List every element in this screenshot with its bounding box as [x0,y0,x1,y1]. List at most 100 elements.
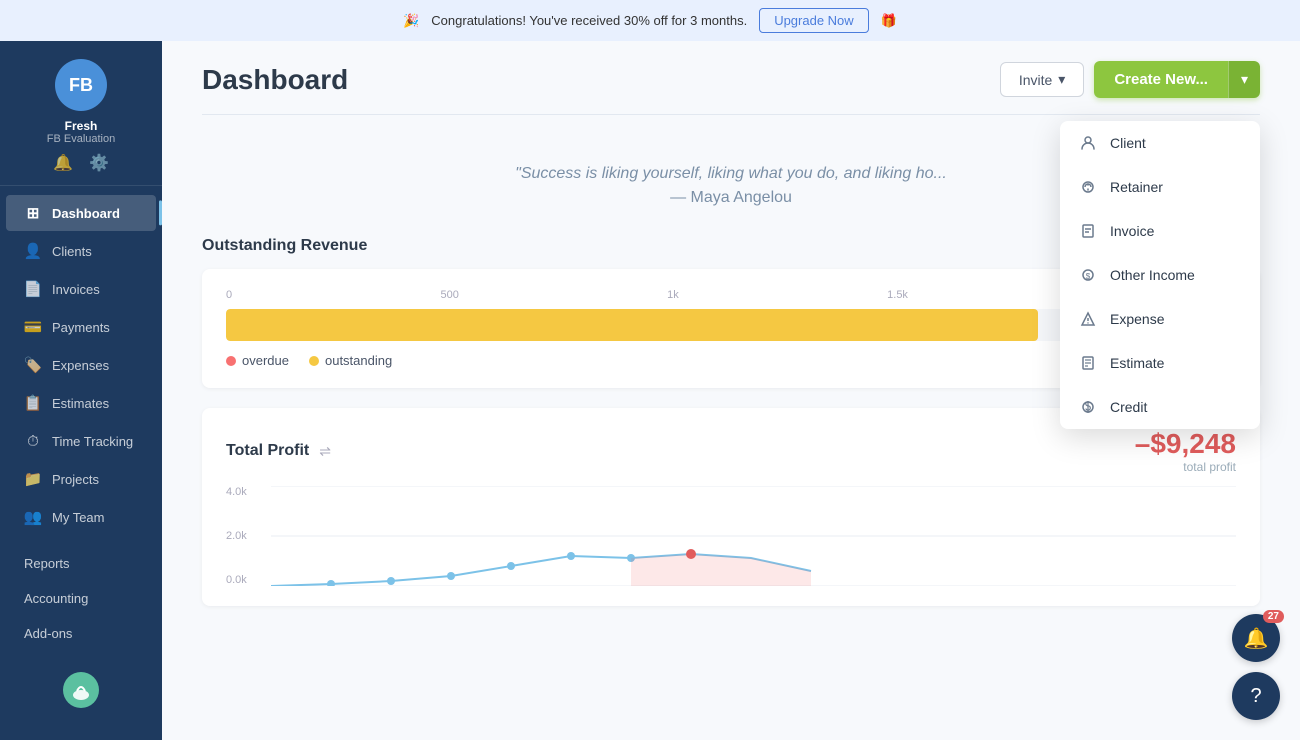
dropdown-item-label: Client [1110,135,1146,151]
invoices-icon: 📄 [24,280,42,298]
sidebar-item-addons[interactable]: Add-ons [6,617,156,650]
revenue-axis: 0 500 1k 1.5k 2k [226,289,1128,301]
credit-icon [1078,397,1098,417]
profit-chart-area: 4.0k 2.0k 0.0k [226,486,1236,586]
sidebar-item-expenses[interactable]: 🏷️ Expenses [6,347,156,383]
sidebar-item-projects[interactable]: 📁 Projects [6,461,156,497]
create-new-dropdown-button[interactable]: ▾ [1228,61,1260,98]
axis-label-0: 0 [226,289,232,301]
profit-header: Total Profit ⇌ –$9,248 total profit [226,428,1236,474]
profit-total-area: –$9,248 total profit [1135,428,1236,474]
sidebar-item-dashboard[interactable]: ⊞ Dashboard [6,195,156,231]
sidebar-icons-row: 🔔 ⚙️ [53,153,109,173]
profit-line-chart [271,486,1236,586]
invite-label: Invite [1019,72,1052,88]
sidebar-bottom [0,660,162,720]
notification-icon: 🔔 [1244,626,1269,651]
invite-chevron-icon: ▾ [1058,71,1065,88]
sidebar-item-label: Dashboard [52,206,120,221]
dropdown-item-client[interactable]: Client [1060,121,1260,165]
dropdown-item-credit[interactable]: Credit [1060,385,1260,429]
other-income-icon: $ [1078,265,1098,285]
clients-icon: 👤 [24,242,42,260]
sidebar-item-label: Payments [52,320,110,335]
sidebar: FB Fresh FB Evaluation 🔔 ⚙️ ⊞ Dashboard … [0,41,162,740]
outstanding-bar [226,309,1038,341]
my-team-icon: 👥 [24,508,42,526]
legend-overdue: overdue [226,353,289,368]
banner-icon: 🎉 [403,13,419,29]
invoice-icon [1078,221,1098,241]
estimate-icon [1078,353,1098,373]
help-button[interactable]: ? [1232,672,1280,720]
notification-count: 27 [1263,610,1284,623]
header-actions: Invite ▾ Create New... ▾ [1000,61,1260,98]
y-label-2k: 2.0k [226,530,261,542]
axis-label-1k: 1k [667,289,679,301]
svg-text:$: $ [1086,272,1091,281]
create-new-group: Create New... ▾ Client [1094,61,1260,98]
create-new-label: Create New... [1114,71,1208,88]
overdue-dot [226,356,236,366]
dropdown-item-invoice[interactable]: Invoice [1060,209,1260,253]
fresh-logo [63,672,99,708]
legend-outstanding: outstanding [309,353,392,368]
sidebar-item-accounting[interactable]: Accounting [6,582,156,615]
content-header: Dashboard Invite ▾ Create New... ▾ [162,41,1300,114]
page-title: Dashboard [202,64,348,96]
upgrade-button[interactable]: Upgrade Now [759,8,869,33]
sidebar-top: FB Fresh FB Evaluation 🔔 ⚙️ [0,41,162,186]
notification-bell-icon[interactable]: 🔔 [53,153,73,173]
sidebar-item-my-team[interactable]: 👥 My Team [6,499,156,535]
profit-label: total profit [1135,460,1236,474]
y-label-4k: 4.0k [226,486,261,498]
dropdown-item-label: Expense [1110,311,1164,327]
dropdown-item-other-income[interactable]: $ Other Income [1060,253,1260,297]
sidebar-item-label: Add-ons [24,626,72,641]
sidebar-item-time-tracking[interactable]: ⏱ Time Tracking [6,423,156,459]
outstanding-label: outstanding [325,353,392,368]
sidebar-item-label: Accounting [24,591,88,606]
banner-decoration: 🎁 [881,13,897,29]
create-new-button[interactable]: Create New... [1094,61,1228,98]
sidebar-item-reports[interactable]: Reports [6,547,156,580]
dropdown-item-label: Estimate [1110,355,1164,371]
help-icon: ? [1250,685,1261,708]
revenue-bar-container [226,309,1128,341]
top-banner: 🎉 Congratulations! You've received 30% o… [0,0,1300,41]
notification-button[interactable]: 🔔 27 [1232,614,1280,662]
chart-legend: overdue outstanding [226,353,1128,368]
axis-label-1-5k: 1.5k [887,289,908,301]
main-layout: FB Fresh FB Evaluation 🔔 ⚙️ ⊞ Dashboard … [0,41,1300,740]
avatar: FB [55,59,107,111]
create-new-arrow-icon: ▾ [1241,71,1248,87]
axis-label-500: 500 [440,289,458,301]
dropdown-item-label: Retainer [1110,179,1163,195]
content-area: Dashboard Invite ▾ Create New... ▾ [162,41,1300,740]
sidebar-item-label: Time Tracking [52,434,133,449]
sidebar-item-label: Projects [52,472,99,487]
y-label-0k: 0.0k [226,574,261,586]
sidebar-item-estimates[interactable]: 📋 Estimates [6,385,156,421]
dropdown-item-expense[interactable]: Expense [1060,297,1260,341]
outstanding-dot [309,356,319,366]
sidebar-item-label: Expenses [52,358,109,373]
sidebar-item-clients[interactable]: 👤 Clients [6,233,156,269]
dropdown-item-retainer[interactable]: Retainer [1060,165,1260,209]
dashboard-icon: ⊞ [24,204,42,222]
revenue-chart-area: 0 500 1k 1.5k 2k [226,289,1128,368]
create-new-dropdown-menu: Client Retainer Invoice [1060,121,1260,429]
y-axis-labels: 4.0k 2.0k 0.0k [226,486,261,586]
dropdown-item-label: Invoice [1110,223,1154,239]
filter-icon[interactable]: ⇌ [319,443,331,460]
sidebar-item-invoices[interactable]: 📄 Invoices [6,271,156,307]
sidebar-username: Fresh [65,119,98,133]
invite-button[interactable]: Invite ▾ [1000,62,1085,97]
retainer-icon [1078,177,1098,197]
notification-buttons: 🔔 27 ? [1232,614,1280,720]
expense-icon [1078,309,1098,329]
settings-gear-icon[interactable]: ⚙️ [89,153,109,173]
dropdown-item-estimate[interactable]: Estimate [1060,341,1260,385]
sidebar-item-payments[interactable]: 💳 Payments [6,309,156,345]
sidebar-subtitle: FB Evaluation [47,133,115,145]
